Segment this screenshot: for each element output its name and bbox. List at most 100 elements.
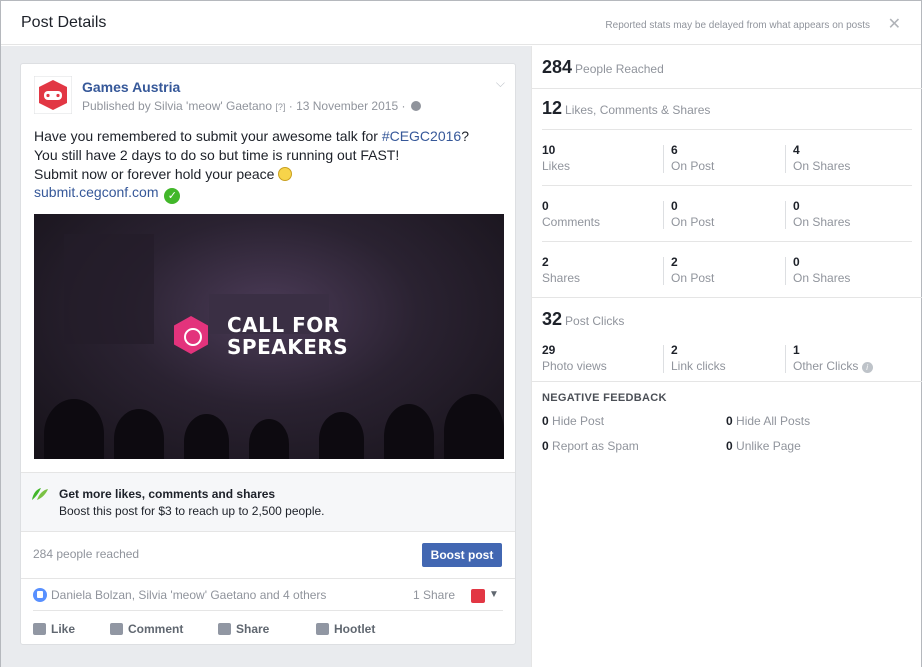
stat-label: Link clicks [671, 359, 726, 373]
post-image[interactable]: CALL FOR SPEAKERS [34, 214, 504, 459]
shares-on-post: 2 On Post [671, 255, 714, 285]
image-text-line2: SPEAKERS [227, 335, 349, 359]
share-button[interactable]: Share [218, 622, 269, 636]
stat-label: Other Clicks i [793, 359, 873, 373]
post-text-line1: Have you remembered to submit your aweso… [34, 128, 382, 144]
divider [785, 145, 786, 173]
post-text-line3: Submit now or forever hold your peace [34, 166, 275, 182]
negative-feedback-title: NEGATIVE FEEDBACK [542, 392, 667, 404]
info-icon[interactable]: i [861, 362, 873, 373]
stat-label: Hide Post [552, 414, 605, 428]
post-text-qmark: ? [461, 128, 469, 144]
comments-total: 0 Comments [542, 199, 600, 229]
share-count-link[interactable]: 1 Share [413, 588, 455, 602]
boost-subtitle: Boost this post for $3 to reach up to 2,… [59, 504, 325, 518]
stat-value: 0 [793, 255, 800, 269]
post-clicks-count: 32 [542, 309, 563, 329]
boost-post-button[interactable]: Boost post [422, 543, 502, 567]
hashtag-link[interactable]: #CEGC2016 [382, 128, 461, 144]
post-date[interactable]: · 13 November 2015 · [289, 99, 406, 113]
stat-value: 4 [793, 143, 800, 157]
stat-label: On Post [671, 271, 715, 285]
divider [542, 129, 912, 130]
megaphone-icon [174, 316, 208, 354]
hootlet-button[interactable]: Hootlet [316, 622, 375, 636]
stat-label: Hide All Posts [736, 414, 811, 428]
engagement-label: Likes, Comments & Shares [565, 103, 711, 117]
post-byline: Published by Silvia 'meow' Gaetano [?] ·… [82, 99, 421, 113]
image-seat-shape [249, 419, 289, 459]
image-seat-shape [184, 414, 229, 459]
divider [663, 257, 664, 285]
page-name-link[interactable]: Games Austria [82, 79, 180, 95]
page-avatar[interactable] [34, 76, 72, 114]
likers-text[interactable]: Daniela Bolzan, Silvia 'meow' Gaetano an… [51, 588, 326, 602]
post-clicks-section: 32 Post Clicks 29 Photo views 2 Link clicks… [532, 298, 922, 382]
stat-label: Photo views [542, 359, 607, 373]
comments-on-post: 0 On Post [671, 199, 714, 229]
link-clicks: 2 Link clicks [671, 343, 726, 373]
page-avatar-small[interactable] [471, 589, 485, 603]
hide-all-posts-stat: 0 Hide All Posts [726, 414, 810, 428]
like-button[interactable]: Like [33, 622, 75, 636]
call-for-speakers-text: CALL FOR SPEAKERS [227, 314, 348, 358]
share-label: Share [236, 622, 270, 636]
stat-label: Unlike Page [736, 439, 801, 453]
likes-on-shares: 4 On Shares [793, 143, 850, 173]
stat-value: 0 [542, 439, 549, 453]
dialog-title: Post Details [21, 14, 107, 31]
stat-label: On Post [671, 215, 715, 229]
stat-label: Comments [542, 215, 601, 229]
stat-label: Likes [542, 159, 571, 173]
share-arrow-icon [218, 623, 231, 635]
leaf-icon [32, 488, 48, 500]
stat-value: 2 [542, 255, 549, 269]
stat-label: On Shares [793, 159, 851, 173]
reach-label: People Reached [575, 62, 664, 76]
stat-label: Report as Spam [552, 439, 639, 453]
submit-link[interactable]: submit.cegconf.com [34, 184, 159, 200]
comment-button[interactable]: Comment [110, 622, 183, 636]
divider [542, 185, 912, 186]
post-url-line: submit.cegconf.com ✓ [34, 184, 181, 204]
unlike-page-stat: 0 Unlike Page [726, 439, 801, 453]
hide-post-stat: 0 Hide Post [542, 414, 604, 428]
smile-emoji-icon [278, 167, 293, 181]
close-icon[interactable]: ✕ [888, 14, 901, 34]
reactions-summary[interactable]: Daniela Bolzan, Silvia 'meow' Gaetano an… [33, 588, 326, 602]
stat-value: 0 [671, 199, 678, 213]
like-label: Like [51, 622, 76, 636]
thumbs-up-icon [33, 623, 46, 635]
likes-on-post: 6 On Post [671, 143, 714, 173]
divider [33, 610, 503, 611]
stat-value: 0 [542, 199, 549, 213]
stat-value: 0 [726, 414, 733, 428]
stat-label: On Post [671, 159, 715, 173]
stat-label: On Shares [793, 215, 851, 229]
help-link[interactable]: [?] [275, 102, 285, 112]
divider [663, 345, 664, 373]
comment-icon [110, 623, 123, 635]
shares-total: 2 Shares [542, 255, 580, 285]
stat-value: 2 [671, 255, 678, 269]
divider [21, 578, 515, 579]
image-seat-shape [319, 412, 364, 459]
comment-label: Comment [128, 622, 184, 636]
photo-views: 29 Photo views [542, 343, 607, 373]
caret-down-icon[interactable]: ▼ [489, 589, 499, 600]
owl-icon [316, 623, 329, 635]
stat-label: Shares [542, 271, 581, 285]
post-message: Have you remembered to submit your aweso… [34, 127, 504, 184]
image-seat-shape [44, 399, 104, 459]
people-reached-text: 284 people reached [33, 547, 140, 561]
chevron-down-icon[interactable]: ⌵ [496, 76, 505, 91]
other-clicks: 1 Other Clicks i [793, 343, 873, 373]
boost-title: Get more likes, comments and shares [59, 487, 276, 501]
image-seat-shape [444, 394, 504, 459]
stat-label: On Shares [793, 271, 851, 285]
comments-on-shares: 0 On Shares [793, 199, 850, 229]
divider [663, 145, 664, 173]
stat-value: 0 [542, 414, 549, 428]
engagement-count: 12 [542, 98, 563, 118]
image-text-line1: CALL FOR [227, 313, 340, 337]
